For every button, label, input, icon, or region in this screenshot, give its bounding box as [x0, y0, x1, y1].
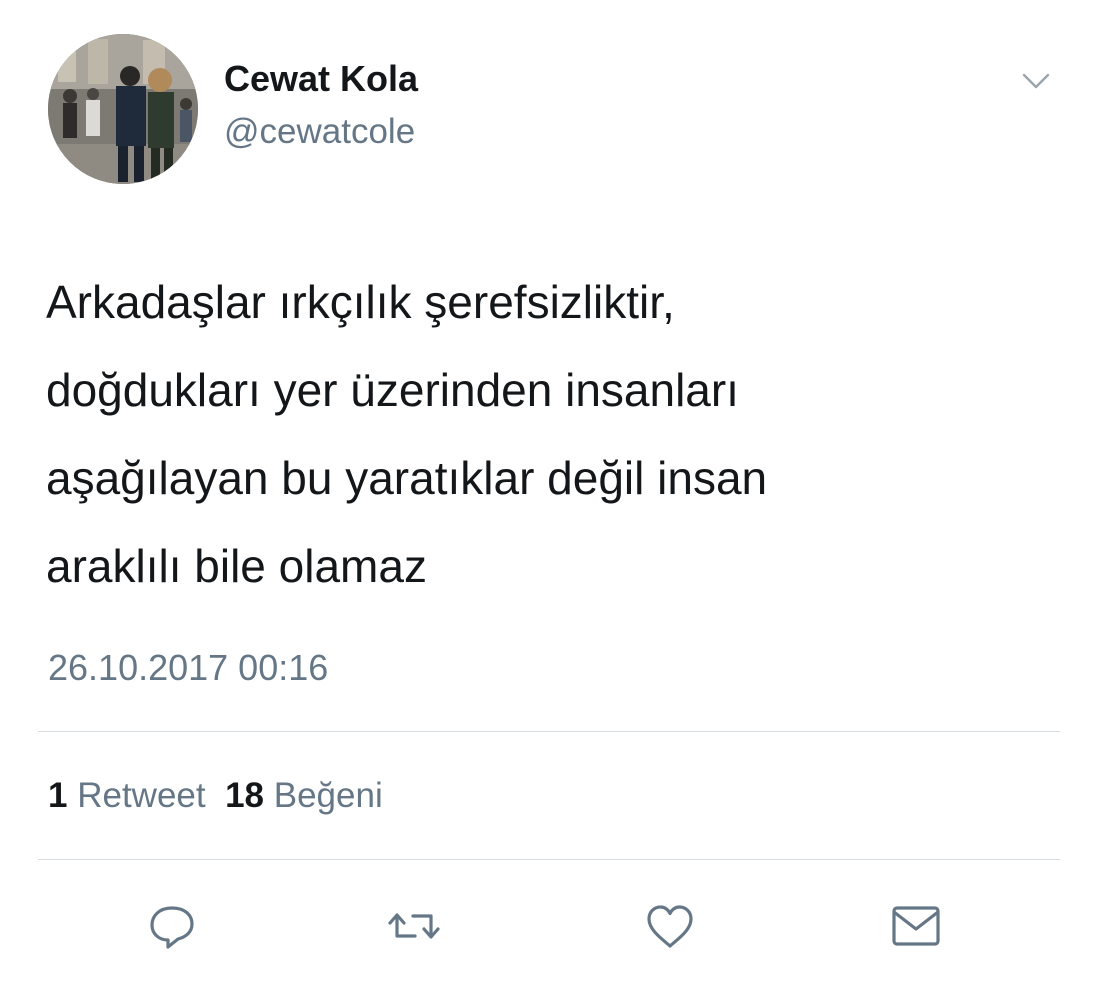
- chevron-down-icon[interactable]: [1012, 62, 1060, 102]
- avatar[interactable]: [48, 34, 198, 184]
- like-count-label: Beğeni: [273, 776, 383, 815]
- like-count[interactable]: 18 Beğeni: [225, 776, 383, 815]
- envelope-icon[interactable]: [886, 896, 946, 956]
- divider: [38, 731, 1060, 732]
- tweet-card: Cewat Kola @cewatcole Arkadaşlar ırkçılı…: [0, 0, 1098, 984]
- tweet-text-line: aşağılayan bu yaratıklar değil insan: [46, 452, 768, 504]
- tweet-text-line: doğdukları yer üzerinden insanları: [46, 364, 739, 416]
- avatar-photo: [48, 34, 198, 184]
- tweet-text: Arkadaşlar ırkçılık şerefsizliktir, doğd…: [46, 258, 1046, 610]
- author-display-name[interactable]: Cewat Kola: [224, 58, 418, 100]
- author-handle[interactable]: @cewatcole: [224, 112, 415, 152]
- tweet-text-line: araklılı bile olamaz: [46, 540, 427, 592]
- tweet-text-line: Arkadaşlar ırkçılık şerefsizliktir,: [46, 276, 675, 328]
- reply-icon[interactable]: [142, 896, 202, 956]
- heart-icon[interactable]: [640, 896, 700, 956]
- divider: [38, 859, 1060, 860]
- like-count-value: 18: [225, 776, 264, 815]
- retweet-icon[interactable]: [384, 896, 444, 956]
- tweet-timestamp: 26.10.2017 00:16: [48, 647, 329, 688]
- retweet-count-value: 1: [48, 776, 68, 815]
- retweet-count[interactable]: 1 Retweet: [48, 776, 206, 815]
- retweet-count-label: Retweet: [77, 776, 206, 815]
- tweet-stats: 1 Retweet 18 Beğeni: [48, 776, 383, 816]
